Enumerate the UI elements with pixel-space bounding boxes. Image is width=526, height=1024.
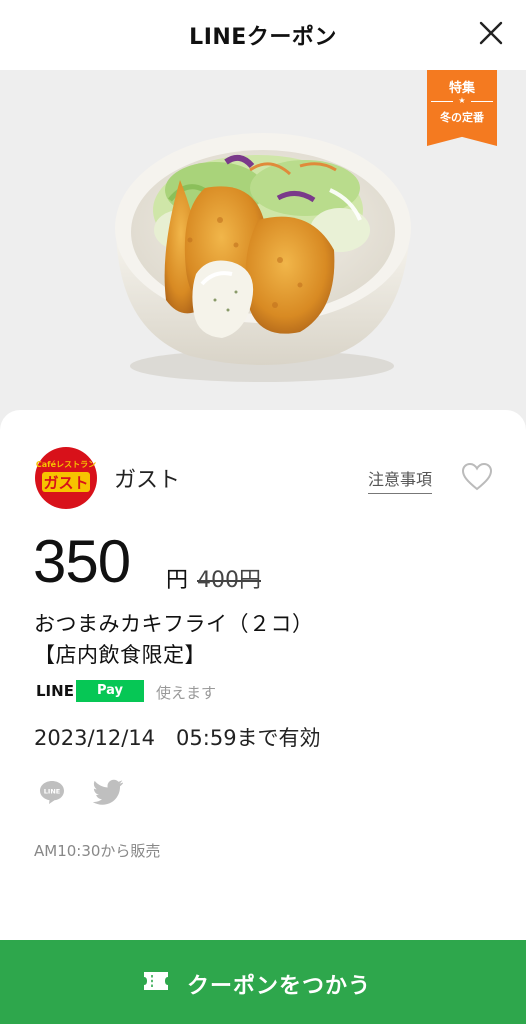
coupon-hero-image: 特集 ★ 冬の定番 (0, 70, 526, 430)
price-value: 350 (33, 528, 131, 595)
original-price: 400円 (197, 568, 261, 593)
use-coupon-label: クーポンをつかう (187, 974, 372, 999)
page-title: LINEクーポン (189, 25, 337, 50)
linepay-text: 使えます (156, 684, 217, 702)
ticket-icon (144, 972, 168, 990)
header-bar: LINEクーポン (0, 0, 526, 70)
brand-name: ガスト (114, 468, 181, 493)
price-unit: 円 (166, 568, 189, 593)
validity-text: 2023/12/14 05:59まで有効 (34, 726, 321, 750)
svg-text:LINE: LINE (44, 788, 60, 796)
twitter-icon[interactable] (93, 778, 125, 806)
item-subtitle: 【店内飲食限定】 (34, 643, 206, 667)
svg-text:ガスト: ガスト (43, 474, 88, 492)
badge-sublabel: 冬の定番 (440, 111, 484, 124)
svg-text:Caféレストラン: Caféレストラン (36, 459, 96, 469)
feature-badge: 特集 ★ 冬の定番 (427, 70, 497, 146)
linepay-line-label: LINE (36, 682, 74, 700)
heart-icon[interactable] (461, 462, 493, 492)
sale-start-note: AM10:30から販売 (34, 842, 161, 860)
brand-logo: Caféレストラン ガスト (35, 447, 97, 509)
line-share-icon[interactable]: LINE (38, 778, 66, 806)
item-title: おつまみカキフライ（２コ） (34, 612, 314, 636)
star-icon: ★ (427, 97, 497, 105)
close-icon[interactable] (478, 20, 504, 46)
badge-label: 特集 (448, 81, 475, 96)
linepay-pay-label: Pay (76, 680, 144, 702)
use-coupon-button[interactable]: クーポンをつかう (0, 940, 526, 1024)
notes-link[interactable]: 注意事項 (368, 466, 433, 494)
